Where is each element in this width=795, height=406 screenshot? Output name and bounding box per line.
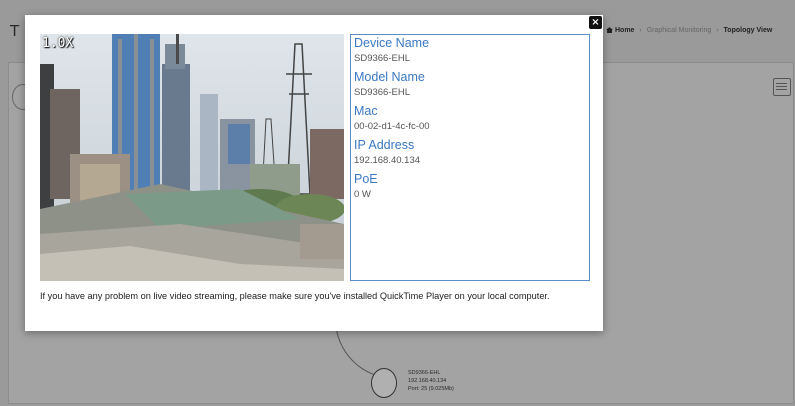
breadcrumb-current: Topology View — [723, 27, 773, 34]
device-name-value: SD9366-EHL — [354, 53, 410, 64]
video-frame-image — [40, 34, 344, 281]
breadcrumb-separator: › — [639, 27, 642, 34]
device-name-label: Device Name — [354, 36, 430, 50]
ip-address-label: IP Address — [354, 138, 415, 152]
device-node-port: Port: 25 (9.025Mb) — [408, 386, 454, 392]
mac-field: Mac 00-02-d1-4c-fc-00 — [351, 103, 589, 134]
close-icon[interactable]: × — [589, 16, 602, 29]
poe-field: PoE 0 W — [351, 171, 589, 202]
poe-value: 0 W — [354, 189, 371, 200]
device-node-ip: 192.168.40.134 — [408, 378, 447, 384]
model-name-label: Model Name — [354, 70, 425, 84]
device-name-field: Device Name SD9366-EHL — [351, 35, 589, 66]
list-view-icon[interactable] — [773, 78, 791, 96]
breadcrumb-graphical-monitoring[interactable]: Graphical Monitoring — [647, 27, 712, 34]
ip-address-field: IP Address 192.168.40.134 — [351, 137, 589, 168]
zoom-level-overlay: 1.0X — [42, 36, 74, 51]
mac-value: 00-02-d1-4c-fc-00 — [354, 121, 430, 132]
home-icon — [606, 27, 613, 34]
breadcrumb: Home › Graphical Monitoring › Topology V… — [606, 27, 772, 34]
camera-device-icon[interactable] — [371, 368, 397, 398]
page-title: T — [10, 22, 20, 40]
poe-label: PoE — [354, 172, 378, 186]
device-node-name: SD9366-EHL — [408, 370, 441, 376]
breadcrumb-separator: › — [716, 27, 719, 34]
live-video-stream[interactable]: 1.0X — [40, 34, 344, 281]
mac-label: Mac — [354, 104, 378, 118]
device-node-label: SD9366-EHL 192.168.40.134 Port: 25 (9.02… — [408, 369, 454, 393]
model-name-field: Model Name SD9366-EHL — [351, 69, 589, 100]
model-name-value: SD9366-EHL — [354, 87, 410, 98]
quicktime-note: If you have any problem on live video st… — [40, 291, 550, 301]
breadcrumb-home[interactable]: Home — [615, 27, 634, 34]
device-info-panel: Device Name SD9366-EHL Model Name SD9366… — [350, 34, 590, 281]
ip-address-value: 192.168.40.134 — [354, 155, 421, 166]
